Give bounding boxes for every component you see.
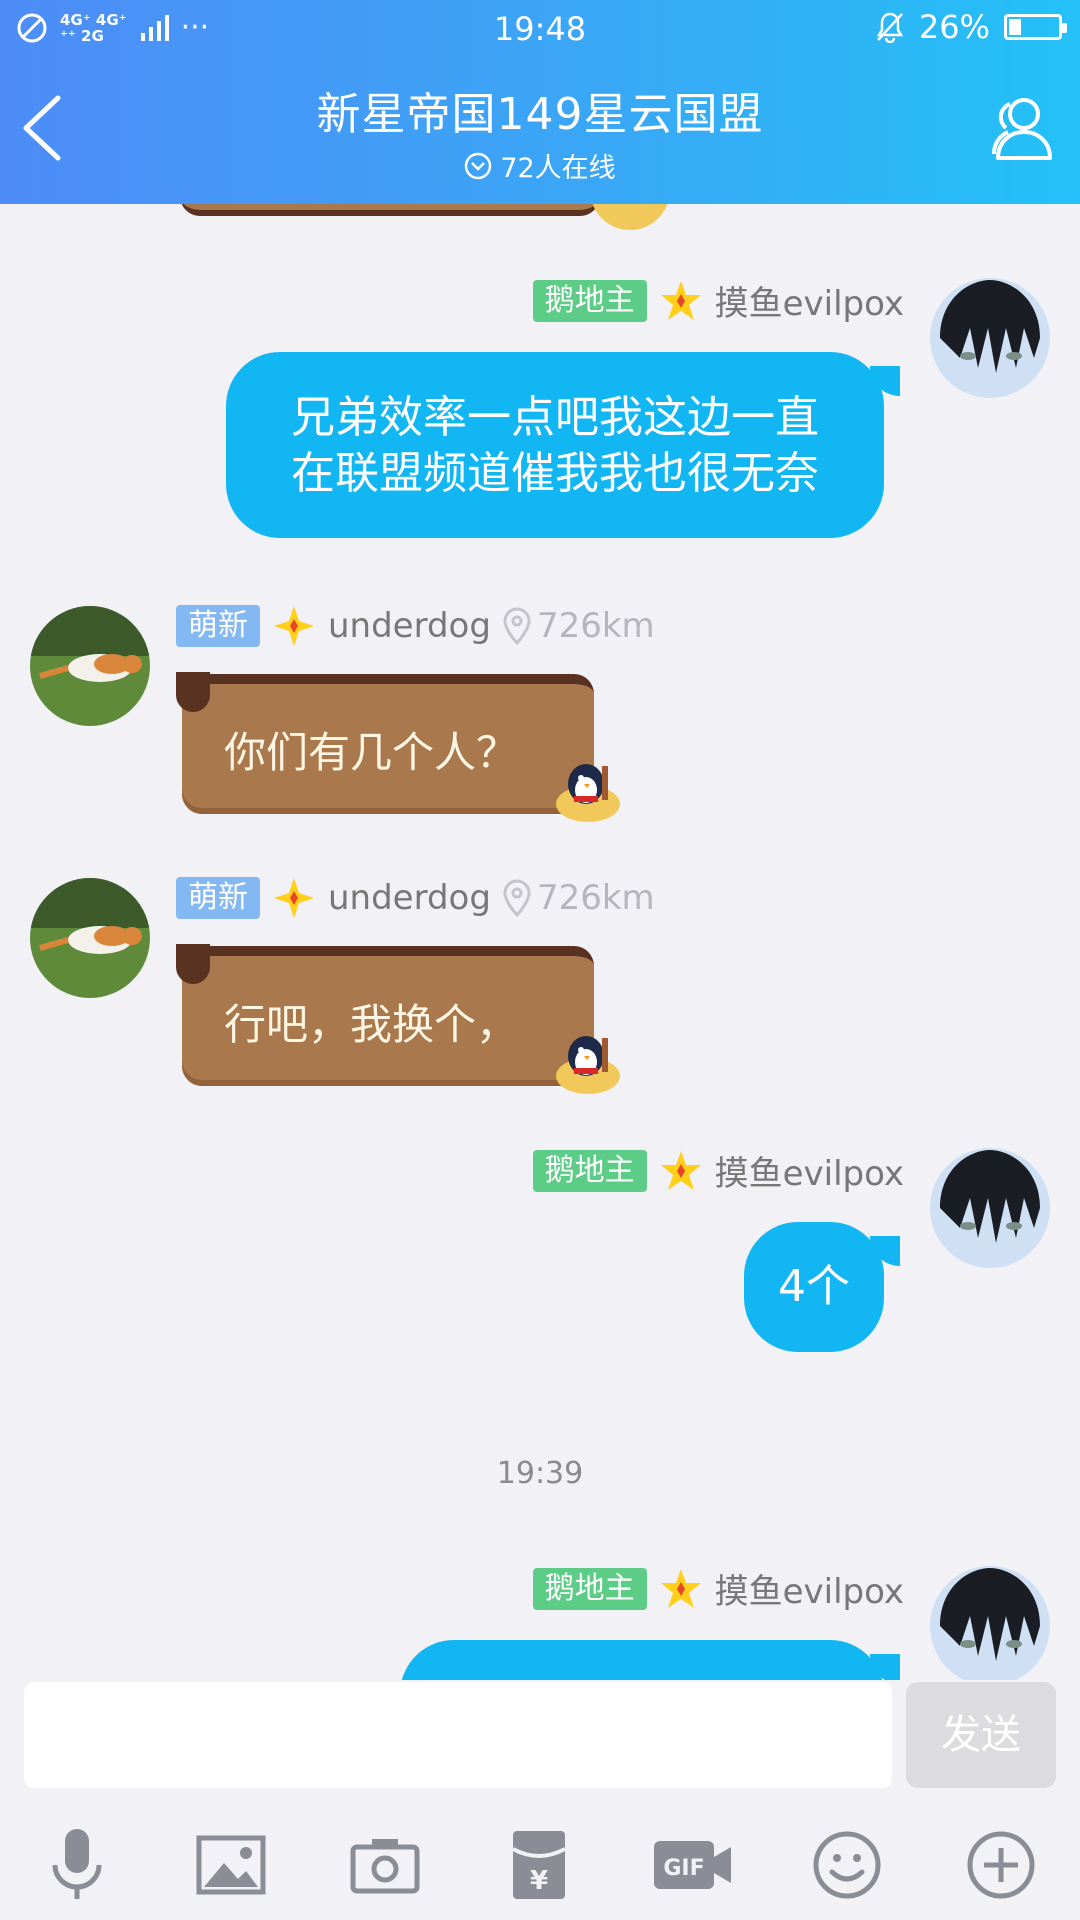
message-text: 4个 (778, 1261, 850, 1312)
avatar[interactable] (30, 878, 150, 998)
sender-info: 鹅地主 摸鱼evilpox (532, 276, 904, 325)
online-count[interactable]: 72人在线 (0, 146, 1080, 185)
emoji-button[interactable] (802, 1820, 892, 1910)
location: 726km (503, 878, 655, 918)
star-level-icon (274, 878, 314, 918)
page-title[interactable]: 新星帝国149星云国盟 (0, 78, 1080, 142)
avatar[interactable] (930, 278, 1050, 398)
message-bubble[interactable]: 行吧，我换个， (176, 944, 594, 1086)
send-button[interactable]: 发送 (906, 1682, 1056, 1788)
distance: 726km (536, 878, 655, 918)
bell-mute-icon (876, 12, 904, 43)
sender-info: 萌新 underdog 726km (176, 604, 655, 648)
message-input[interactable] (24, 1682, 892, 1788)
message-text: 行吧，我换个， (224, 999, 519, 1049)
partial-bubble-bottom (180, 204, 600, 216)
message-bubble[interactable]: 兄弟效率一点吧我这边一直 在联盟频道催我我也很无奈 (226, 352, 900, 538)
status-bar: 4G⁺ 4G⁺ ⁺⁺ 2G ··· 19:48 26% (0, 0, 1080, 58)
message-text-line: 兄弟效率一点吧我这边一直 (291, 392, 819, 443)
role-badge: 萌新 (176, 605, 260, 647)
message-bubble[interactable]: 你们有几个人？ (176, 672, 594, 814)
penguin-sticker-icon (556, 764, 620, 822)
microphone-button[interactable] (32, 1820, 122, 1910)
location-pin-icon (503, 879, 531, 917)
sender-name[interactable]: 摸鱼evilpox (715, 276, 904, 325)
plus-icon (967, 1831, 1035, 1899)
red-packet-button[interactable]: ¥ (494, 1820, 584, 1910)
battery-percent: 26% (918, 8, 990, 46)
battery-icon (1004, 14, 1067, 40)
svg-text:GIF: GIF (663, 1856, 704, 1881)
camera-icon (350, 1839, 420, 1894)
image-button[interactable] (186, 1820, 276, 1910)
role-badge: 萌新 (176, 877, 260, 919)
bubble-decoration (176, 944, 210, 984)
message-text: 你们有几个人？ (224, 727, 519, 777)
bubble-tail (870, 1654, 900, 1680)
role-badge: 鹅地主 (532, 279, 647, 322)
avatar[interactable] (30, 606, 150, 726)
avatar[interactable] (930, 1148, 1050, 1268)
camera-button[interactable] (340, 1820, 430, 1910)
svg-text:¥: ¥ (530, 1866, 548, 1896)
sender-name[interactable]: underdog (328, 878, 491, 918)
bubble-tail (870, 1236, 900, 1266)
emoji-icon (813, 1831, 881, 1899)
star-level-icon (660, 1568, 701, 1608)
sender-info: 鹅地主 摸鱼evilpox (532, 1564, 904, 1613)
star-level-icon (274, 606, 314, 646)
red-packet-icon: ¥ (512, 1831, 566, 1899)
bubble-decoration (176, 672, 210, 712)
role-badge: 鹅地主 (532, 1149, 647, 1192)
location: 726km (503, 606, 655, 646)
gif-button[interactable]: GIF (648, 1820, 738, 1910)
message-list[interactable]: 鹅地主 摸鱼evilpox 兄弟效率一点吧我这边一直 在联盟频道催我我也很无奈 … (0, 204, 1080, 1680)
sender-name[interactable]: underdog (328, 606, 491, 646)
message-text-line: 在联盟频道催我我也很无奈 (291, 448, 819, 499)
input-bar: 发送 ¥ GIF (0, 1680, 1080, 1920)
group-members-icon[interactable] (980, 88, 1060, 168)
role-badge: 鹅地主 (532, 1567, 647, 1610)
microphone-icon (52, 1829, 102, 1899)
sender-info: 鹅地主 摸鱼evilpox (532, 1146, 904, 1195)
message-bubble[interactable]: 4个 (744, 1222, 900, 1352)
message-bubble[interactable] (400, 1640, 900, 1680)
sender-info: 萌新 underdog 726km (176, 876, 655, 920)
chevron-down-circle-icon (465, 152, 492, 179)
image-icon (196, 1835, 266, 1895)
gif-icon: GIF (654, 1841, 731, 1889)
avatar[interactable] (930, 1566, 1050, 1680)
location-pin-icon (503, 607, 531, 645)
message-timestamp: 19:39 (496, 1456, 584, 1491)
sender-name[interactable]: 摸鱼evilpox (715, 1564, 904, 1613)
distance: 726km (536, 606, 655, 646)
partial-penguin-cup (590, 204, 670, 230)
penguin-sticker-icon (556, 1036, 620, 1094)
sender-name[interactable]: 摸鱼evilpox (715, 1146, 904, 1195)
star-level-icon (660, 1150, 701, 1190)
input-toolbar: ¥ GIF (0, 1820, 1080, 1920)
online-count-label: 72人在线 (500, 153, 616, 184)
more-button[interactable] (956, 1820, 1046, 1910)
chat-header: 4G⁺ 4G⁺ ⁺⁺ 2G ··· 19:48 26% 新星帝国149星云国盟 … (0, 0, 1080, 204)
star-level-icon (660, 280, 701, 320)
